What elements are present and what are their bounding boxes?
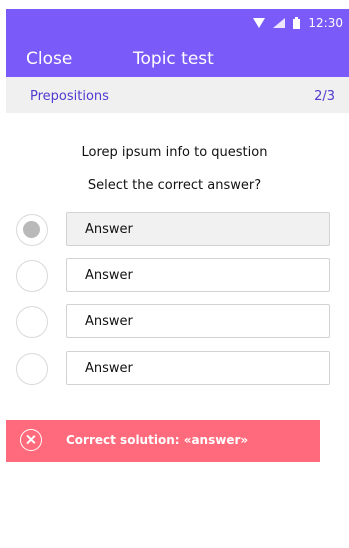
solution-text: Correct solution: «answer» [66, 433, 249, 447]
answer-option-2[interactable]: Answer [0, 258, 349, 298]
answer-field[interactable]: Answer [66, 351, 330, 385]
status-time: 12:30 [308, 16, 343, 30]
close-button[interactable]: Close [26, 49, 72, 69]
topic-label: Prepositions [30, 89, 109, 104]
top-strip [0, 0, 349, 9]
wifi-icon [253, 18, 266, 28]
close-circle-icon[interactable] [20, 429, 42, 451]
answer-option-1[interactable]: Answer [0, 212, 349, 252]
battery-icon [293, 17, 301, 29]
screen: 12:30 Close Topic test Prepositions 2/3 … [0, 0, 349, 548]
answer-option-4[interactable]: Answer [0, 351, 349, 391]
answer-label: Answer [85, 222, 133, 237]
answer-label: Answer [85, 361, 133, 376]
answer-field[interactable]: Answer [66, 258, 330, 292]
signal-icon [273, 18, 286, 28]
answer-option-3[interactable]: Answer [0, 304, 349, 344]
radio-button[interactable] [16, 353, 48, 385]
question-prompt: Select the correct answer? [87, 178, 262, 193]
status-bar: 12:30 [253, 15, 343, 31]
answer-field[interactable]: Answer [66, 212, 330, 246]
radio-button[interactable] [16, 214, 48, 246]
question-info: Lorep ipsum info to question [81, 145, 268, 160]
radio-button[interactable] [16, 260, 48, 292]
topic-bar: Prepositions 2/3 [6, 77, 349, 113]
answer-label: Answer [85, 268, 133, 283]
solution-banner: Correct solution: «answer» [6, 420, 320, 462]
app-bar: 12:30 Close Topic test [6, 9, 349, 77]
page-title: Topic test [133, 49, 214, 69]
radio-button[interactable] [16, 306, 48, 338]
answer-label: Answer [85, 314, 133, 329]
answer-field[interactable]: Answer [66, 304, 330, 338]
progress-counter: 2/3 [314, 89, 335, 104]
